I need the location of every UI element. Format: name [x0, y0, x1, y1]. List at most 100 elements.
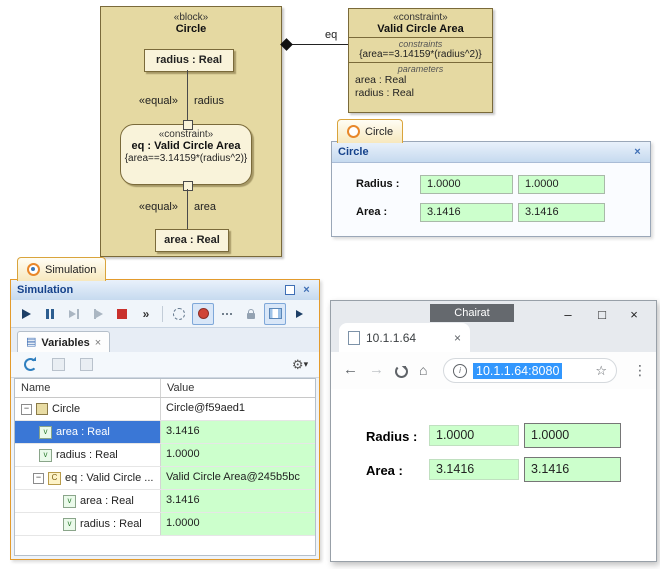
close-icon[interactable]: × — [624, 307, 644, 322]
breakpoints-icon[interactable] — [192, 303, 214, 325]
tab-circle-label: Circle — [365, 126, 393, 138]
terminate-icon[interactable] — [111, 303, 133, 325]
step-over-icon[interactable] — [87, 303, 109, 325]
info-icon[interactable]: i — [453, 364, 467, 378]
simulation-icon — [27, 263, 40, 276]
table-row[interactable]: v radius : Real 1.0000 — [15, 444, 315, 467]
value-property-icon: v — [39, 449, 52, 462]
reload-icon[interactable] — [395, 365, 408, 378]
pause-icon[interactable] — [39, 303, 61, 325]
trigger-icon[interactable] — [168, 303, 190, 325]
area-value-field-1[interactable]: 3.1416 — [420, 203, 513, 222]
address-bar[interactable]: i 10.1.1.64:8080 ☆ — [443, 358, 617, 383]
save-icon[interactable] — [75, 354, 97, 376]
vca-constraints-compartment: constraints {area==3.14159*(radius^2)} — [349, 38, 492, 63]
column-header-name[interactable]: Name — [15, 379, 161, 397]
simulation-titlebar[interactable]: Simulation × — [11, 280, 319, 301]
column-header-value[interactable]: Value — [161, 379, 315, 397]
vca-expression: {area==3.14159*(radius^2)} — [349, 49, 492, 60]
browser-menu-icon[interactable]: ⋮ — [633, 362, 647, 379]
step-into-icon[interactable] — [63, 303, 85, 325]
eq-connector-label: eq — [325, 29, 337, 41]
simulation-body: Simulation × » — [10, 279, 320, 560]
circle-block-header: «block» Circle — [101, 7, 281, 35]
equal-stereotype-radius: «equal» — [112, 95, 178, 107]
more-tools-icon[interactable]: » — [135, 303, 157, 325]
back-icon[interactable]: ← — [343, 361, 358, 378]
vca-parameters-compartment: parameters area : Real radius : Real — [349, 63, 492, 102]
circle-panel-titlebar[interactable]: Circle × — [332, 142, 650, 163]
constraint-property-box[interactable]: «constraint» eq : Valid Circle Area {are… — [120, 124, 252, 185]
animation-icon[interactable] — [264, 303, 286, 325]
vca-stereotype: «constraint» — [349, 12, 492, 23]
row-name: radius : Real — [80, 518, 142, 530]
area-part-box[interactable]: area : Real — [155, 229, 229, 252]
gear-icon[interactable]: ⚙▾ — [289, 354, 311, 376]
close-icon[interactable]: × — [95, 337, 101, 349]
window-owner-label: Chairat — [430, 304, 514, 322]
browser-content: Radius : 1.0000 1.0000 Area : 3.1416 3.1… — [331, 389, 656, 561]
radius-label: Radius : — [356, 178, 399, 190]
collapse-toggle-icon[interactable]: − — [33, 473, 44, 484]
binding-end-area: area — [194, 201, 216, 213]
value-property-icon: v — [63, 495, 76, 508]
maximize-icon[interactable]: □ — [592, 307, 612, 322]
value-property-icon: v — [39, 426, 52, 439]
float-window-icon[interactable] — [283, 284, 296, 297]
area-value-field-1[interactable]: 3.1416 — [429, 459, 519, 480]
valid-circle-area-block[interactable]: «constraint» Valid Circle Area constrain… — [348, 8, 493, 113]
toolbar-divider — [162, 306, 163, 322]
minimize-icon[interactable]: – — [558, 307, 578, 322]
block-icon — [36, 403, 48, 415]
tab-simulation[interactable]: Simulation — [17, 257, 106, 281]
url-text[interactable]: 10.1.1.64:8080 — [473, 363, 562, 379]
refresh-icon[interactable] — [19, 354, 41, 376]
options-icon[interactable] — [216, 303, 238, 325]
constraint-property-name: eq : Valid Circle Area — [121, 140, 251, 152]
area-value-field-2[interactable]: 3.1416 — [518, 203, 605, 222]
simulation-title: Simulation — [17, 284, 73, 296]
table-row[interactable]: − C eq : Valid Circle ... Valid Circle A… — [15, 467, 315, 490]
row-value[interactable]: 1.0000 — [161, 513, 315, 535]
table-row[interactable]: v area : Real 3.1416 — [15, 421, 315, 444]
radius-value-field-2[interactable]: 1.0000 — [518, 175, 605, 194]
console-play-icon[interactable] — [288, 303, 310, 325]
binding-connector-area — [187, 189, 188, 229]
close-icon[interactable]: × — [300, 284, 313, 297]
row-name: area : Real — [80, 495, 134, 507]
radius-value-field-1[interactable]: 1.0000 — [429, 425, 519, 446]
row-value[interactable]: Valid Circle Area@245b5bc — [161, 467, 315, 489]
circle-block-stereotype: «block» — [101, 12, 281, 23]
home-icon[interactable]: ⌂ — [419, 362, 427, 378]
forward-icon[interactable]: → — [369, 361, 384, 378]
parameters-compartment-label: parameters — [349, 64, 492, 74]
radius-part-box[interactable]: radius : Real — [144, 49, 234, 72]
parameter-port-area[interactable] — [183, 181, 193, 191]
export-icon[interactable] — [47, 354, 69, 376]
area-value-input[interactable]: 3.1416 — [524, 457, 621, 482]
lock-icon[interactable] — [240, 303, 262, 325]
bookmark-star-icon[interactable]: ☆ — [595, 363, 607, 379]
row-name: eq : Valid Circle ... — [65, 472, 153, 484]
tab-circle[interactable]: Circle — [337, 119, 403, 143]
constraints-compartment-label: constraints — [349, 39, 492, 49]
close-icon[interactable]: × — [631, 146, 644, 159]
tab-close-icon[interactable]: × — [454, 331, 461, 345]
browser-tab[interactable]: 10.1.1.64 × — [339, 323, 470, 352]
table-row[interactable]: − Circle Circle@f59aed1 — [15, 398, 315, 421]
selected-row-name-cell: v area : Real — [15, 421, 161, 443]
row-value[interactable]: 3.1416 — [161, 490, 315, 512]
radius-value-input[interactable]: 1.0000 — [524, 423, 621, 448]
circle-block-name: Circle — [101, 23, 281, 35]
constraint-property-stereotype: «constraint» — [121, 129, 251, 140]
row-value[interactable]: Circle@f59aed1 — [161, 398, 315, 420]
tab-variables[interactable]: ▤ Variables × — [17, 331, 110, 353]
row-value[interactable]: 1.0000 — [161, 444, 315, 466]
parameter-port-radius[interactable] — [183, 120, 193, 130]
table-row[interactable]: v radius : Real 1.0000 — [15, 513, 315, 536]
table-row[interactable]: v area : Real 3.1416 — [15, 490, 315, 513]
collapse-toggle-icon[interactable]: − — [21, 404, 32, 415]
run-icon[interactable] — [15, 303, 37, 325]
radius-value-field-1[interactable]: 1.0000 — [420, 175, 513, 194]
row-value[interactable]: 3.1416 — [161, 421, 315, 443]
